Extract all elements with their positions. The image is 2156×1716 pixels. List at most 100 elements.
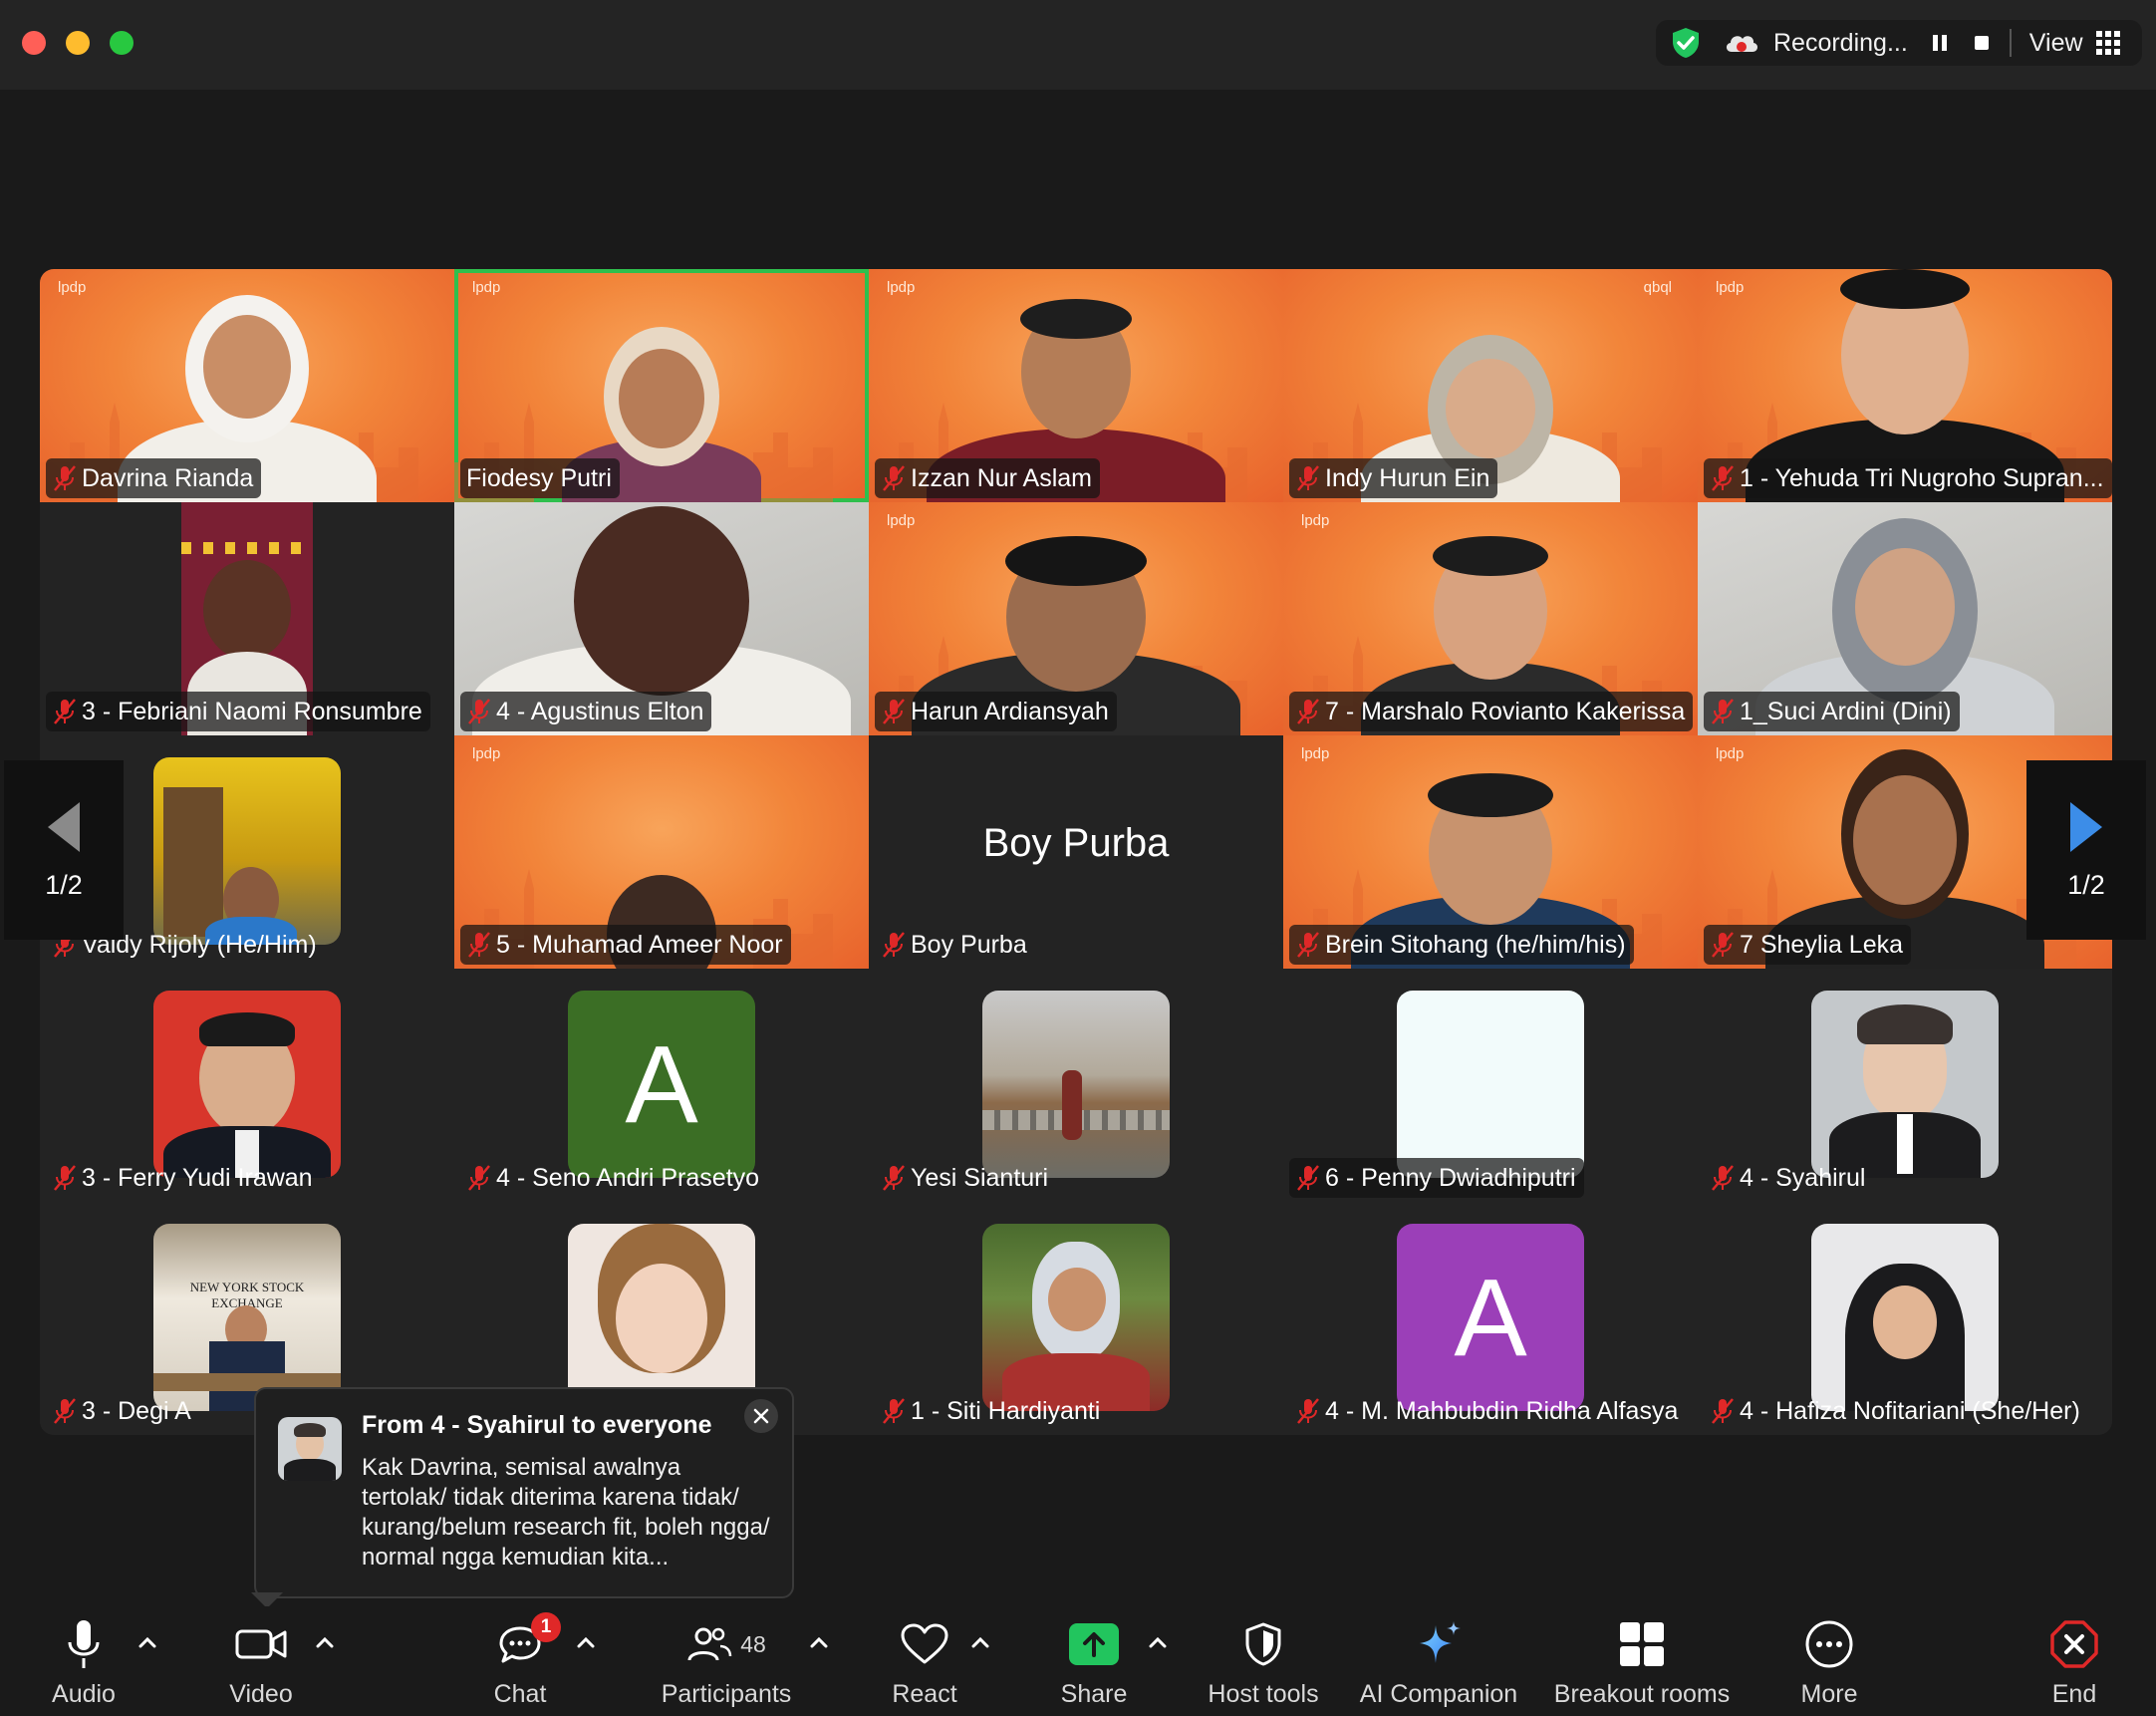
- video-tile[interactable]: lpdp 1 - Yehuda Tri Nugroho Supran...: [1698, 269, 2112, 502]
- react-options-chevron-up-icon[interactable]: [968, 1632, 992, 1652]
- security-shield-icon[interactable]: [1668, 25, 1704, 61]
- participant-nameplate: Fiodesy Putri: [460, 458, 620, 498]
- participant-name: 7 Sheylia Leka: [1740, 930, 1904, 959]
- close-notification-button[interactable]: [744, 1399, 778, 1433]
- video-tile[interactable]: 6 - Penny Dwiadhiputri: [1283, 969, 1698, 1202]
- participant-name: Brein Sitohang (he/him/his): [1325, 930, 1626, 959]
- video-tile[interactable]: 4 - Agustinus Elton: [454, 502, 869, 735]
- chat-notification[interactable]: From 4 - Syahirul to everyone Kak Davrin…: [254, 1387, 794, 1598]
- video-tile[interactable]: A 4 - M. Mahbubdin Ridha Alfasya: [1283, 1202, 1698, 1435]
- host-tools-button[interactable]: Host tools: [1204, 1606, 1323, 1716]
- lpdp-logo: lpdp: [1301, 745, 1330, 762]
- video-button[interactable]: Video: [221, 1606, 301, 1716]
- muted-mic-icon: [883, 1398, 905, 1424]
- pause-recording-icon[interactable]: [1930, 33, 1950, 53]
- participants-button[interactable]: 48 Participants: [658, 1606, 795, 1716]
- participant-nameplate: 4 - Agustinus Elton: [460, 692, 712, 731]
- video-tile-active-speaker[interactable]: lpdp Fiodesy Putri: [454, 269, 869, 502]
- stop-recording-icon[interactable]: [1972, 33, 1992, 53]
- participant-photo: [153, 757, 341, 945]
- video-tile[interactable]: Boy Purba Boy Purba: [869, 735, 1283, 969]
- next-page-button[interactable]: 1/2: [2026, 760, 2146, 940]
- meeting-controls: Audio Video Chat 1 48 Participants React…: [0, 1606, 2156, 1716]
- recording-label: Recording...: [1773, 28, 1908, 57]
- muted-mic-icon: [1712, 465, 1734, 491]
- participant-name: Davrina Rianda: [82, 463, 254, 492]
- participant-display-name: Boy Purba: [982, 821, 1170, 865]
- participant-nameplate: 1 - Yehuda Tri Nugroho Supran...: [1704, 458, 2112, 498]
- participant-figure: [1428, 773, 1553, 817]
- participant-photo: [982, 991, 1170, 1178]
- video-tile[interactable]: lpdp 5 - Muhamad Ameer Noor: [454, 735, 869, 969]
- video-tile[interactable]: 3 - Febriani Naomi Ronsumbre: [40, 502, 454, 735]
- muted-mic-icon: [1712, 1398, 1734, 1424]
- muted-mic-icon: [468, 1165, 490, 1191]
- video-tile[interactable]: Yesi Sianturi: [869, 969, 1283, 1202]
- video-tile[interactable]: 1 - Siti Hardiyanti: [869, 1202, 1283, 1435]
- participant-nameplate: 5 - Muhamad Ameer Noor: [460, 925, 791, 965]
- video-camera-icon: [235, 1629, 287, 1659]
- participant-photo: [568, 1224, 755, 1411]
- audio-button[interactable]: Audio: [44, 1606, 124, 1716]
- video-tile[interactable]: lpdp Brein Sitohang (he/him/his): [1283, 735, 1698, 969]
- participant-nameplate: Yesi Sianturi: [875, 1158, 1056, 1198]
- participant-nameplate: 1 - Siti Hardiyanti: [875, 1391, 1108, 1431]
- participant-face: [619, 349, 704, 448]
- breakout-rooms-button[interactable]: Breakout rooms: [1550, 1606, 1734, 1716]
- participant-name: 4 - Agustinus Elton: [496, 697, 704, 725]
- video-tile[interactable]: 1_Suci Ardini (Dini): [1698, 502, 2112, 735]
- maximize-window-button[interactable]: [110, 31, 134, 55]
- participants-options-chevron-up-icon[interactable]: [807, 1632, 831, 1652]
- audio-options-chevron-up-icon[interactable]: [135, 1632, 159, 1652]
- muted-mic-icon: [883, 465, 905, 491]
- end-meeting-button[interactable]: End: [2034, 1606, 2114, 1716]
- video-options-chevron-up-icon[interactable]: [313, 1632, 337, 1652]
- view-button[interactable]: View: [2029, 29, 2083, 58]
- video-tile[interactable]: A 4 - Seno Andri Prasetyo: [454, 969, 869, 1202]
- muted-mic-icon: [1297, 1398, 1319, 1424]
- muted-mic-icon: [1712, 1165, 1734, 1191]
- participant-figure: [1433, 536, 1548, 576]
- more-button[interactable]: More: [1789, 1606, 1869, 1716]
- previous-page-button[interactable]: 1/2: [4, 760, 124, 940]
- lpdp-logo: lpdp: [1716, 745, 1745, 762]
- muted-mic-icon: [54, 1165, 76, 1191]
- react-button[interactable]: React: [885, 1606, 964, 1716]
- participant-nameplate: 3 - Ferry Yudi Irawan: [46, 1158, 321, 1198]
- participant-nameplate: Boy Purba: [875, 925, 1035, 965]
- page-indicator: 1/2: [45, 869, 83, 900]
- participants-icon: [687, 1627, 732, 1661]
- grid-view-icon[interactable]: [2095, 30, 2121, 56]
- close-icon: [753, 1408, 769, 1424]
- lpdp-logo: lpdp: [1716, 279, 1745, 296]
- video-tile[interactable]: 4 - Hafiza Nofitariani (She/Her): [1698, 1202, 2112, 1435]
- video-tile[interactable]: 4 - Syahirul: [1698, 969, 2112, 1202]
- chat-label: Chat: [493, 1680, 547, 1708]
- participant-nameplate: 4 - M. Mahbubdin Ridha Alfasya: [1289, 1391, 1686, 1431]
- microphone-icon: [68, 1620, 100, 1668]
- close-window-button[interactable]: [22, 31, 46, 55]
- share-screen-button[interactable]: Share: [1054, 1606, 1134, 1716]
- participant-nameplate: Izzan Nur Aslam: [875, 458, 1101, 498]
- participant-nameplate: 4 - Hafiza Nofitariani (She/Her): [1704, 1391, 2088, 1431]
- chat-options-chevron-up-icon[interactable]: [574, 1632, 598, 1652]
- participant-name: 5 - Muhamad Ameer Noor: [496, 930, 783, 959]
- ai-companion-button[interactable]: AI Companion: [1359, 1606, 1518, 1716]
- video-tile[interactable]: lpdp Davrina Rianda: [40, 269, 454, 502]
- minimize-window-button[interactable]: [66, 31, 90, 55]
- participant-name: 1 - Yehuda Tri Nugroho Supran...: [1740, 463, 2104, 492]
- sender-avatar: [278, 1417, 342, 1481]
- muted-mic-icon: [468, 699, 490, 724]
- audio-label: Audio: [52, 1680, 116, 1708]
- window-titlebar: Recording... View: [0, 0, 2156, 90]
- participant-nameplate: 4 - Seno Andri Prasetyo: [460, 1158, 767, 1198]
- video-tile[interactable]: lpdp 7 - Marshalo Rovianto Kakerissa: [1283, 502, 1698, 735]
- video-tile[interactable]: qbql Indy Hurun Ein: [1283, 269, 1698, 502]
- video-tile[interactable]: lpdp Harun Ardiansyah: [869, 502, 1283, 735]
- video-tile[interactable]: 3 - Ferry Yudi Irawan: [40, 969, 454, 1202]
- participant-nameplate: Indy Hurun Ein: [1289, 458, 1498, 498]
- video-tile[interactable]: lpdp Izzan Nur Aslam: [869, 269, 1283, 502]
- muted-mic-icon: [883, 699, 905, 724]
- share-options-chevron-up-icon[interactable]: [1146, 1632, 1170, 1652]
- participants-count: 48: [740, 1630, 766, 1657]
